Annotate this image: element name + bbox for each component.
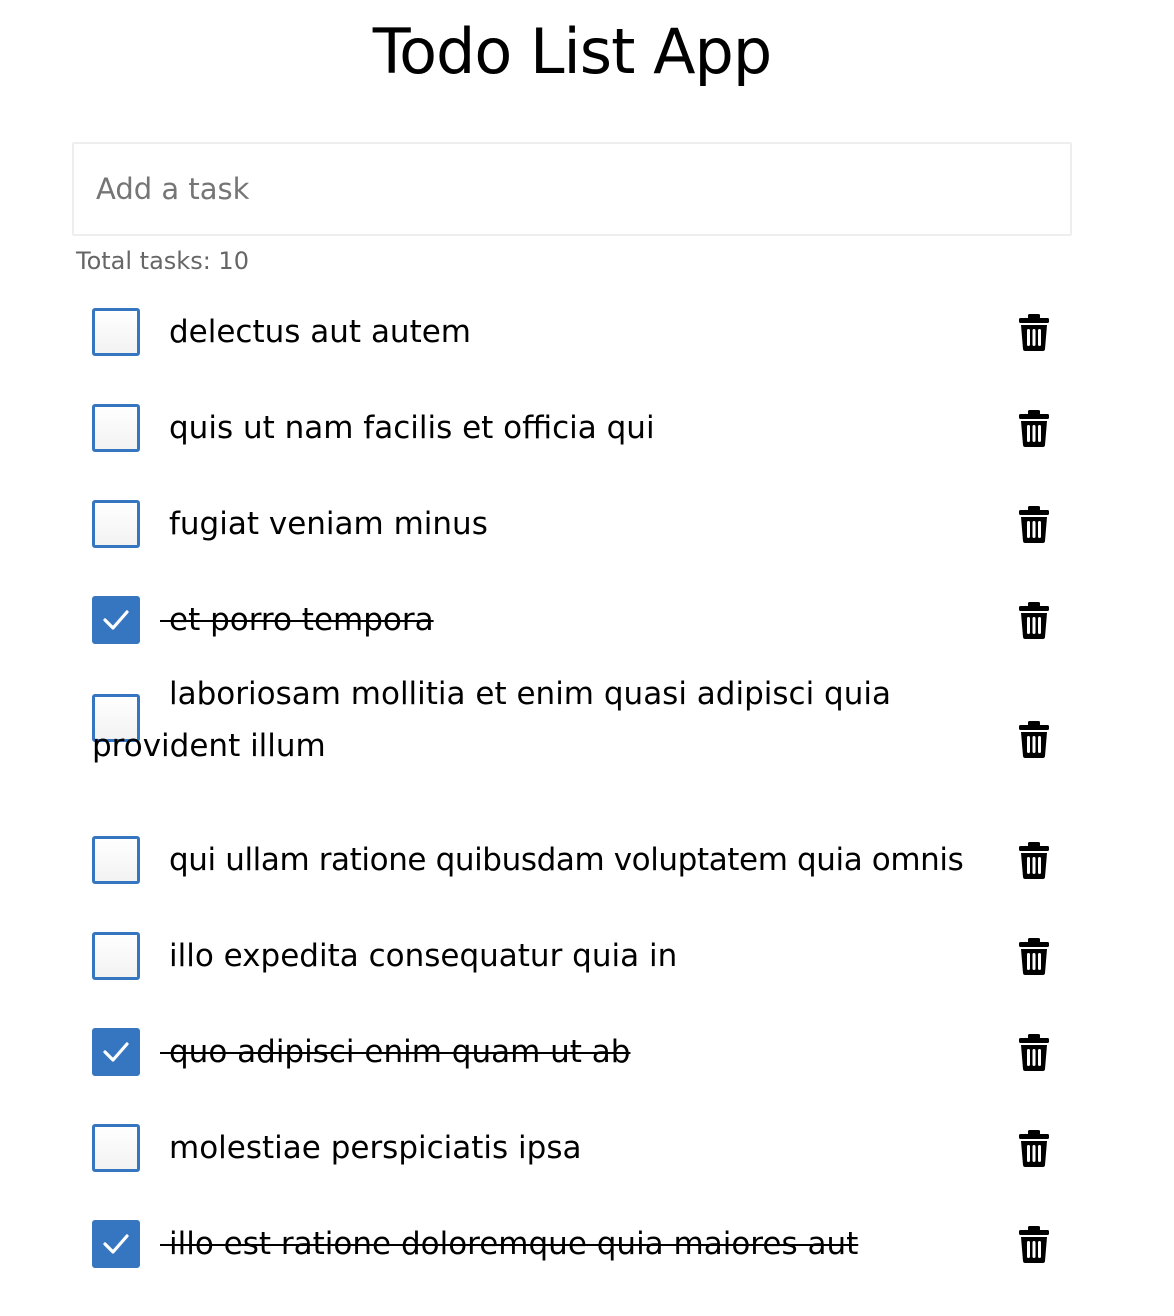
trash-icon	[1019, 506, 1049, 543]
todo-item: et porro tempora	[92, 572, 1052, 668]
task-text: illo expedita consequatur quia in	[169, 938, 678, 974]
task-text: fugiat veniam minus	[169, 506, 488, 542]
todo-list: delectus aut autem quis ut nam facilis e…	[92, 284, 1052, 1292]
delete-task-button[interactable]	[1016, 600, 1052, 640]
task-checkbox[interactable]	[92, 308, 140, 356]
total-tasks-count: Total tasks: 10	[76, 247, 249, 275]
trash-icon	[1019, 1130, 1049, 1167]
todo-item: fugiat veniam minus	[92, 476, 1052, 572]
todo-item: molestiae perspiciatis ipsa	[92, 1100, 1052, 1196]
todo-item: delectus aut autem	[92, 284, 1052, 380]
trash-icon	[1019, 1034, 1049, 1071]
add-task-input[interactable]	[72, 142, 1072, 236]
task-checkbox[interactable]	[92, 596, 140, 644]
trash-icon	[1019, 602, 1049, 639]
task-text: quis ut nam facilis et officia qui	[169, 410, 655, 446]
task-checkbox[interactable]	[92, 932, 140, 980]
todo-item: quo adipisci enim quam ut ab	[92, 1004, 1052, 1100]
task-text: molestiae perspiciatis ipsa	[169, 1130, 582, 1166]
task-text: illo est ratione doloremque quia maiores…	[160, 1220, 1019, 1268]
delete-task-button[interactable]	[1016, 1032, 1052, 1072]
task-checkbox[interactable]	[92, 500, 140, 548]
todo-item: qui ullam ratione quibusdam voluptatem q…	[92, 812, 1052, 908]
delete-task-button[interactable]	[1016, 504, 1052, 544]
task-checkbox[interactable]	[92, 404, 140, 452]
todo-item: illo est ratione doloremque quia maiores…	[92, 1196, 1052, 1292]
todo-item: laboriosam mollitia et enim quasi adipis…	[92, 668, 1052, 812]
trash-icon	[1019, 721, 1049, 758]
task-checkbox[interactable]	[92, 1028, 140, 1076]
todo-item: quis ut nam facilis et officia qui	[92, 380, 1052, 476]
task-checkbox[interactable]	[92, 1124, 140, 1172]
delete-task-button[interactable]	[1016, 719, 1052, 759]
trash-icon	[1019, 938, 1049, 975]
trash-icon	[1019, 410, 1049, 447]
todo-app: Todo List App Total tasks: 10 delectus a…	[0, 0, 1174, 1316]
task-checkbox[interactable]	[92, 1220, 140, 1268]
task-checkbox[interactable]	[92, 836, 140, 884]
delete-task-button[interactable]	[1016, 1224, 1052, 1264]
task-text: quo adipisci enim quam ut ab	[160, 1028, 1019, 1076]
delete-task-button[interactable]	[1016, 408, 1052, 448]
trash-icon	[1019, 1226, 1049, 1263]
checkmark-icon	[103, 1234, 129, 1254]
delete-task-button[interactable]	[1016, 1128, 1052, 1168]
task-text: et porro tempora	[160, 596, 1019, 644]
delete-task-button[interactable]	[1016, 840, 1052, 880]
task-text: qui ullam ratione quibusdam voluptatem q…	[169, 842, 964, 878]
checkmark-icon	[103, 610, 129, 630]
page-title: Todo List App	[372, 15, 772, 88]
delete-task-button[interactable]	[1016, 936, 1052, 976]
todo-item: illo expedita consequatur quia in	[92, 908, 1052, 1004]
task-text: laboriosam mollitia et enim quasi adipis…	[92, 676, 891, 764]
trash-icon	[1019, 842, 1049, 879]
checkmark-icon	[103, 1042, 129, 1062]
task-text: delectus aut autem	[169, 314, 472, 350]
trash-icon	[1019, 314, 1049, 351]
delete-task-button[interactable]	[1016, 312, 1052, 352]
